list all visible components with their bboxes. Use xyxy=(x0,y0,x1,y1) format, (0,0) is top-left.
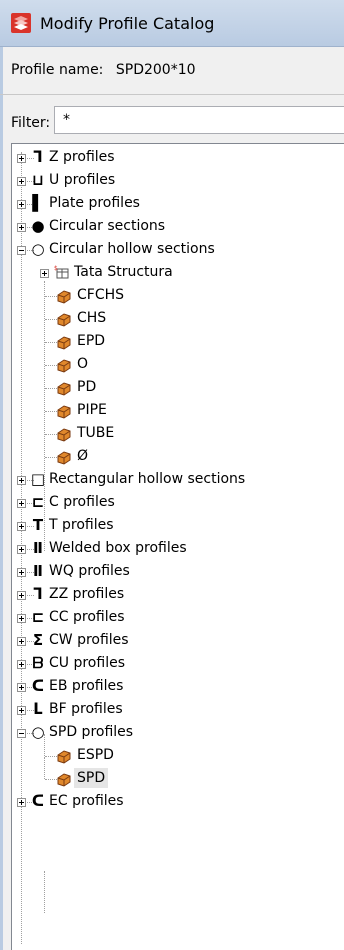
expand-button[interactable] xyxy=(17,522,26,531)
expand-button[interactable] xyxy=(17,177,26,186)
profile-item-icon xyxy=(57,382,71,396)
profile-item-icon xyxy=(57,313,71,327)
collapse-button[interactable] xyxy=(17,246,26,255)
filter-label: Filter: xyxy=(11,115,51,131)
circle-hollow-icon: ○ xyxy=(31,240,45,258)
plate-profile-icon: ▌ xyxy=(32,194,44,212)
expand-button[interactable] xyxy=(17,499,26,508)
profile-name-label: Profile name: xyxy=(11,62,104,78)
circle-filled-icon: ● xyxy=(31,217,45,235)
profile-name-row: Profile name: SPD200*10 xyxy=(11,62,196,78)
profile-item-icon xyxy=(57,428,71,442)
expand-button[interactable] xyxy=(17,660,26,669)
expand-button[interactable] xyxy=(17,223,26,232)
collapse-button[interactable] xyxy=(17,729,26,738)
title-bar: Modify Profile Catalog xyxy=(0,0,344,47)
profile-item-icon xyxy=(57,336,71,350)
filter-input[interactable] xyxy=(54,106,344,134)
profile-item-icon xyxy=(57,773,71,787)
expand-button[interactable] xyxy=(17,545,26,554)
welded-box-icon: Ⅱ xyxy=(33,539,43,557)
tree-guide xyxy=(44,871,45,913)
zz-profile-icon: ᒣ xyxy=(33,585,43,603)
window-border xyxy=(0,47,3,950)
expand-button[interactable] xyxy=(17,798,26,807)
ec-profile-icon: ᑕ xyxy=(31,792,45,810)
expand-button[interactable] xyxy=(17,591,26,600)
profile-tree[interactable]: ᒣ Z profiles ⊔ U profiles ▌ Plate profil… xyxy=(11,143,344,950)
expand-button[interactable] xyxy=(17,683,26,692)
rect-hollow-icon: □ xyxy=(30,470,46,488)
bf-profile-icon: ᒪ xyxy=(33,700,43,718)
expand-button[interactable] xyxy=(17,614,26,623)
z-profile-icon: ᒣ xyxy=(33,148,43,166)
expand-button[interactable] xyxy=(17,706,26,715)
cc-profile-icon: ⊏ xyxy=(31,608,45,626)
window-title: Modify Profile Catalog xyxy=(40,14,215,33)
profile-item-icon xyxy=(57,359,71,373)
c-profile-icon: ⊏ xyxy=(31,493,45,511)
t-profile-icon: T xyxy=(32,516,44,534)
u-profile-icon: ⊔ xyxy=(32,171,44,189)
profile-name-value: SPD200*10 xyxy=(115,62,196,78)
expand-button[interactable] xyxy=(17,154,26,163)
expand-button[interactable] xyxy=(17,637,26,646)
svg-text:$: $ xyxy=(54,265,58,272)
expand-button[interactable] xyxy=(40,269,49,278)
cu-profile-icon: ᗷ xyxy=(32,654,44,672)
divider xyxy=(0,94,344,95)
expand-button[interactable] xyxy=(17,200,26,209)
cw-profile-icon: Σ xyxy=(32,631,44,649)
profile-item-icon xyxy=(57,451,71,465)
profile-item-icon xyxy=(57,405,71,419)
profile-item-icon xyxy=(57,750,71,764)
eb-profile-icon: ᑕ xyxy=(31,677,45,695)
app-icon xyxy=(11,13,31,33)
catalog-folder-icon: $ xyxy=(54,265,69,279)
expand-button[interactable] xyxy=(17,568,26,577)
profile-item-icon xyxy=(57,290,71,304)
expand-button[interactable] xyxy=(17,476,26,485)
wq-profile-icon: Ⅱ xyxy=(33,562,43,580)
selected-item-label: SPD xyxy=(74,768,109,788)
